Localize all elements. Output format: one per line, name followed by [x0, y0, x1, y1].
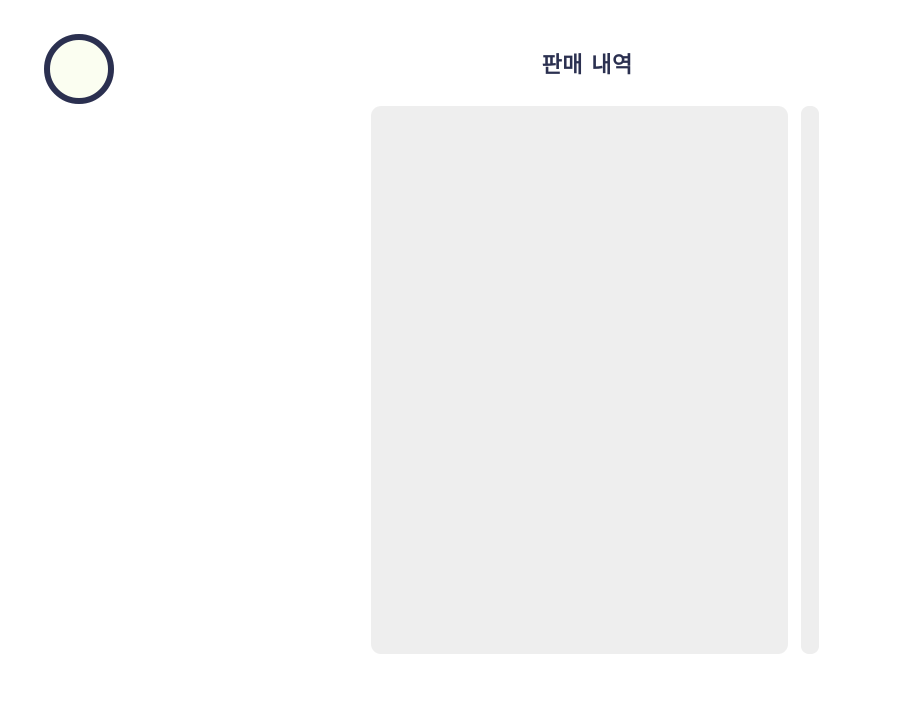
page-title: 판매 내역: [541, 53, 634, 78]
sales-history-screen: 판매 내역: [0, 0, 900, 710]
avatar[interactable]: [44, 34, 114, 104]
sales-list-panel[interactable]: [371, 106, 788, 654]
sales-list-scrollbar[interactable]: [801, 106, 819, 654]
